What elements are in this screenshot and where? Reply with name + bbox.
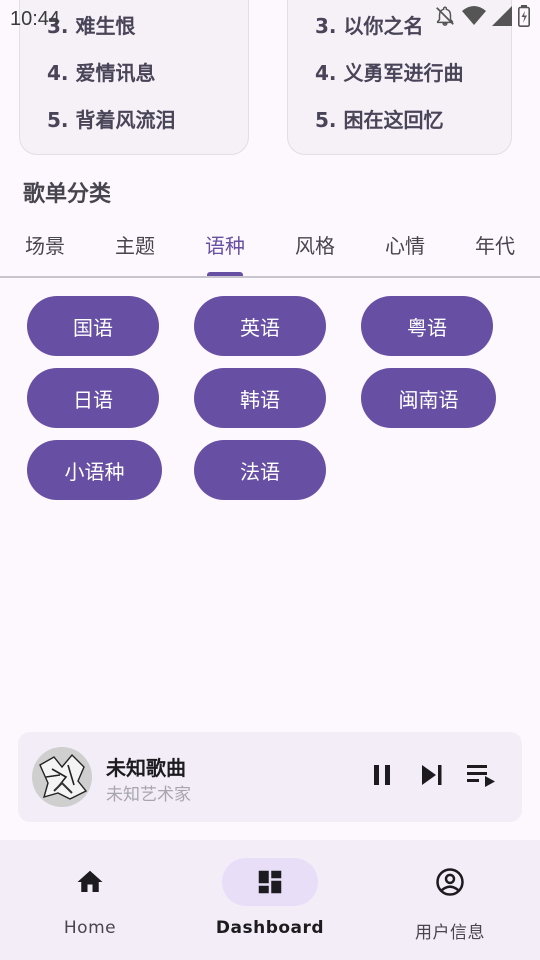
ranking-item[interactable]: 3. 以你之名	[315, 10, 423, 39]
chip-minor-languages[interactable]: 小语种	[27, 440, 162, 500]
tab-indicator	[207, 272, 243, 276]
tab-style[interactable]: 风格	[295, 230, 335, 259]
ranking-item[interactable]: 5. 困在这回忆	[315, 104, 443, 133]
bottom-navigation: Home Dashboard 用户信息	[0, 840, 540, 960]
ranking-item[interactable]: 3. 难生恨	[47, 10, 135, 39]
tab-theme[interactable]: 主题	[115, 230, 155, 259]
tab-era[interactable]: 年代	[475, 230, 515, 259]
wifi-icon	[462, 5, 486, 31]
skip-next-button[interactable]	[417, 762, 447, 792]
mini-player[interactable]: 未知歌曲 未知艺术家	[18, 732, 522, 822]
tab-scene[interactable]: 场景	[25, 230, 65, 259]
playlist-button[interactable]	[467, 762, 497, 792]
album-cover[interactable]	[32, 747, 92, 807]
skip-next-icon	[420, 764, 444, 790]
status-icons	[434, 5, 530, 31]
cell-signal-icon	[492, 6, 512, 30]
chip-english[interactable]: 英语	[194, 296, 326, 356]
ranking-item[interactable]: 5. 背着风流泪	[47, 104, 175, 133]
home-icon	[75, 867, 105, 897]
nav-label: Dashboard	[215, 918, 325, 938]
status-time: 10:44	[10, 8, 61, 30]
pause-button[interactable]	[367, 762, 397, 792]
chip-cantonese[interactable]: 粤语	[361, 296, 493, 356]
nav-dashboard[interactable]: Dashboard	[180, 840, 360, 960]
ranking-item[interactable]: 4. 爱情讯息	[47, 57, 155, 86]
nav-label: 用户信息	[415, 923, 485, 943]
battery-icon	[518, 5, 530, 31]
tab-language[interactable]: 语种	[205, 230, 245, 259]
chip-french[interactable]: 法语	[194, 440, 326, 500]
chip-mandarin[interactable]: 国语	[27, 296, 159, 356]
chip-minnan[interactable]: 闽南语	[361, 368, 496, 428]
section-title: 歌单分类	[23, 182, 112, 207]
dashboard-icon	[255, 867, 285, 897]
chip-japanese[interactable]: 日语	[27, 368, 159, 428]
nav-user-info[interactable]: 用户信息	[360, 840, 540, 960]
account-circle-icon	[435, 867, 465, 897]
song-title: 未知歌曲	[106, 756, 186, 780]
ranking-item[interactable]: 4. 义勇军进行曲	[315, 57, 463, 86]
nav-home[interactable]: Home	[0, 840, 180, 960]
tab-mood[interactable]: 心情	[385, 230, 425, 259]
category-tabs: 场景 主题 语种 风格 心情 年代	[0, 222, 540, 278]
notifications-off-icon	[434, 5, 456, 31]
song-artist: 未知艺术家	[106, 785, 191, 805]
pause-icon	[371, 764, 393, 790]
nav-label: Home	[63, 918, 117, 938]
chip-korean[interactable]: 韩语	[194, 368, 326, 428]
playlist-play-icon	[467, 763, 497, 791]
